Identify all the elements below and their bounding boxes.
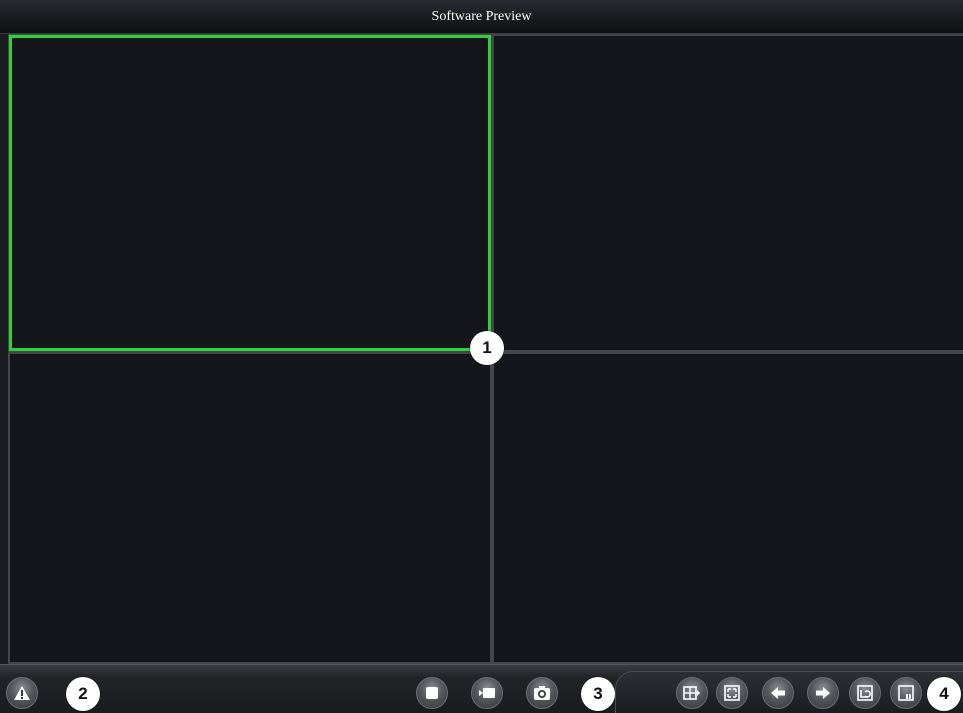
next-page-icon [815,686,831,700]
software-preview-window: Software Preview 1 2 3 4 [0,0,963,713]
video-pane-1[interactable] [9,35,491,351]
title-bar: Software Preview [0,0,963,34]
split-screen-button[interactable] [676,677,708,709]
stop-icon [425,686,439,700]
split-screen-icon [683,685,701,701]
record-icon [478,686,496,700]
callout-2: 2 [66,677,100,711]
stop-button[interactable] [416,677,448,709]
fullscreen-button[interactable] [716,677,748,709]
snapshot-button[interactable] [526,677,558,709]
alarm-warning-icon [13,685,31,701]
restore-layout-button[interactable] [849,677,881,709]
video-pane-4[interactable] [494,354,963,662]
next-page-button[interactable] [807,677,839,709]
window-layout-icon [898,685,914,701]
callout-3: 3 [581,677,615,711]
callout-1: 1 [470,331,504,365]
bottom-toolbar: 2 3 4 [0,664,963,713]
previous-page-button[interactable] [762,677,794,709]
restore-layout-icon [857,685,873,701]
record-button[interactable] [471,677,503,709]
video-pane-3[interactable] [10,354,490,662]
snapshot-camera-icon [533,685,551,701]
previous-page-icon [770,686,786,700]
fullscreen-icon [724,685,740,701]
alarm-button[interactable] [6,677,38,709]
window-title: Software Preview [431,9,532,24]
callout-4: 4 [927,677,961,711]
video-pane-2[interactable] [494,36,963,350]
window-layout-button[interactable] [890,677,922,709]
